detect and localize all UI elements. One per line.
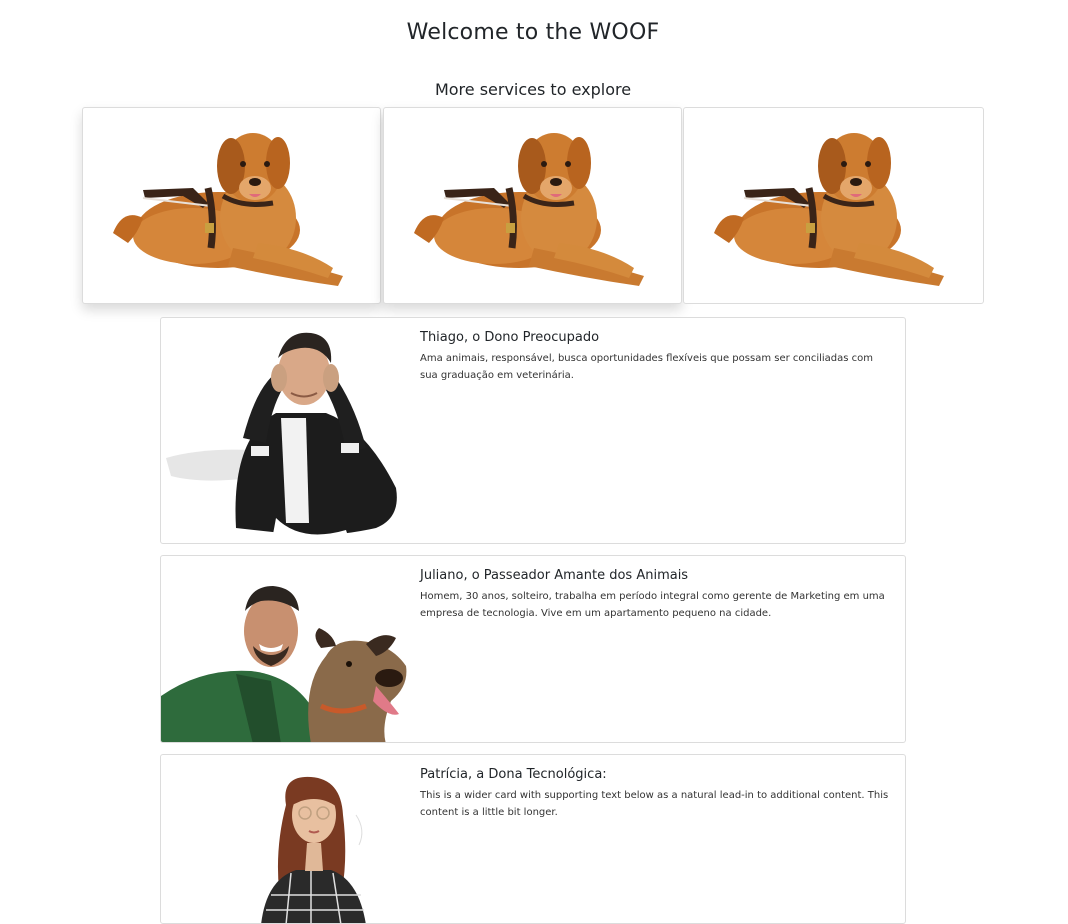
persona-title: Thiago, o Dono Preocupado [420,330,600,345]
golden-retriever-image [83,108,381,304]
golden-retriever-image [384,108,682,304]
persona-photo-thiago [161,318,411,543]
services-title: More services to explore [434,80,632,99]
persona-photo-patricia [161,755,411,923]
service-card-2[interactable] [383,107,682,304]
golden-retriever-image [684,108,984,304]
persona-title: Juliano, o Passeador Amante dos Animais [420,568,689,583]
service-card-3[interactable] [683,107,984,304]
persona-card-patricia: Patrícia, a Dona Tecnológica: This is a … [160,754,906,924]
persona-description: Homem, 30 anos, solteiro, trabalha em pe… [420,591,885,619]
persona-photo-juliano [161,556,411,742]
persona-description: This is a wider card with supporting tex… [420,790,889,818]
persona-card-thiago: Thiago, o Dono Preocupado Ama animais, r… [160,317,906,544]
persona-card-juliano: Juliano, o Passeador Amante dos Animais … [160,555,906,743]
page-title: Welcome to the WOOF [406,20,660,45]
persona-title: Patrícia, a Dona Tecnológica: [420,767,607,782]
persona-description: Ama animais, responsável, busca oportuni… [420,353,874,381]
service-card-1[interactable] [82,107,381,304]
